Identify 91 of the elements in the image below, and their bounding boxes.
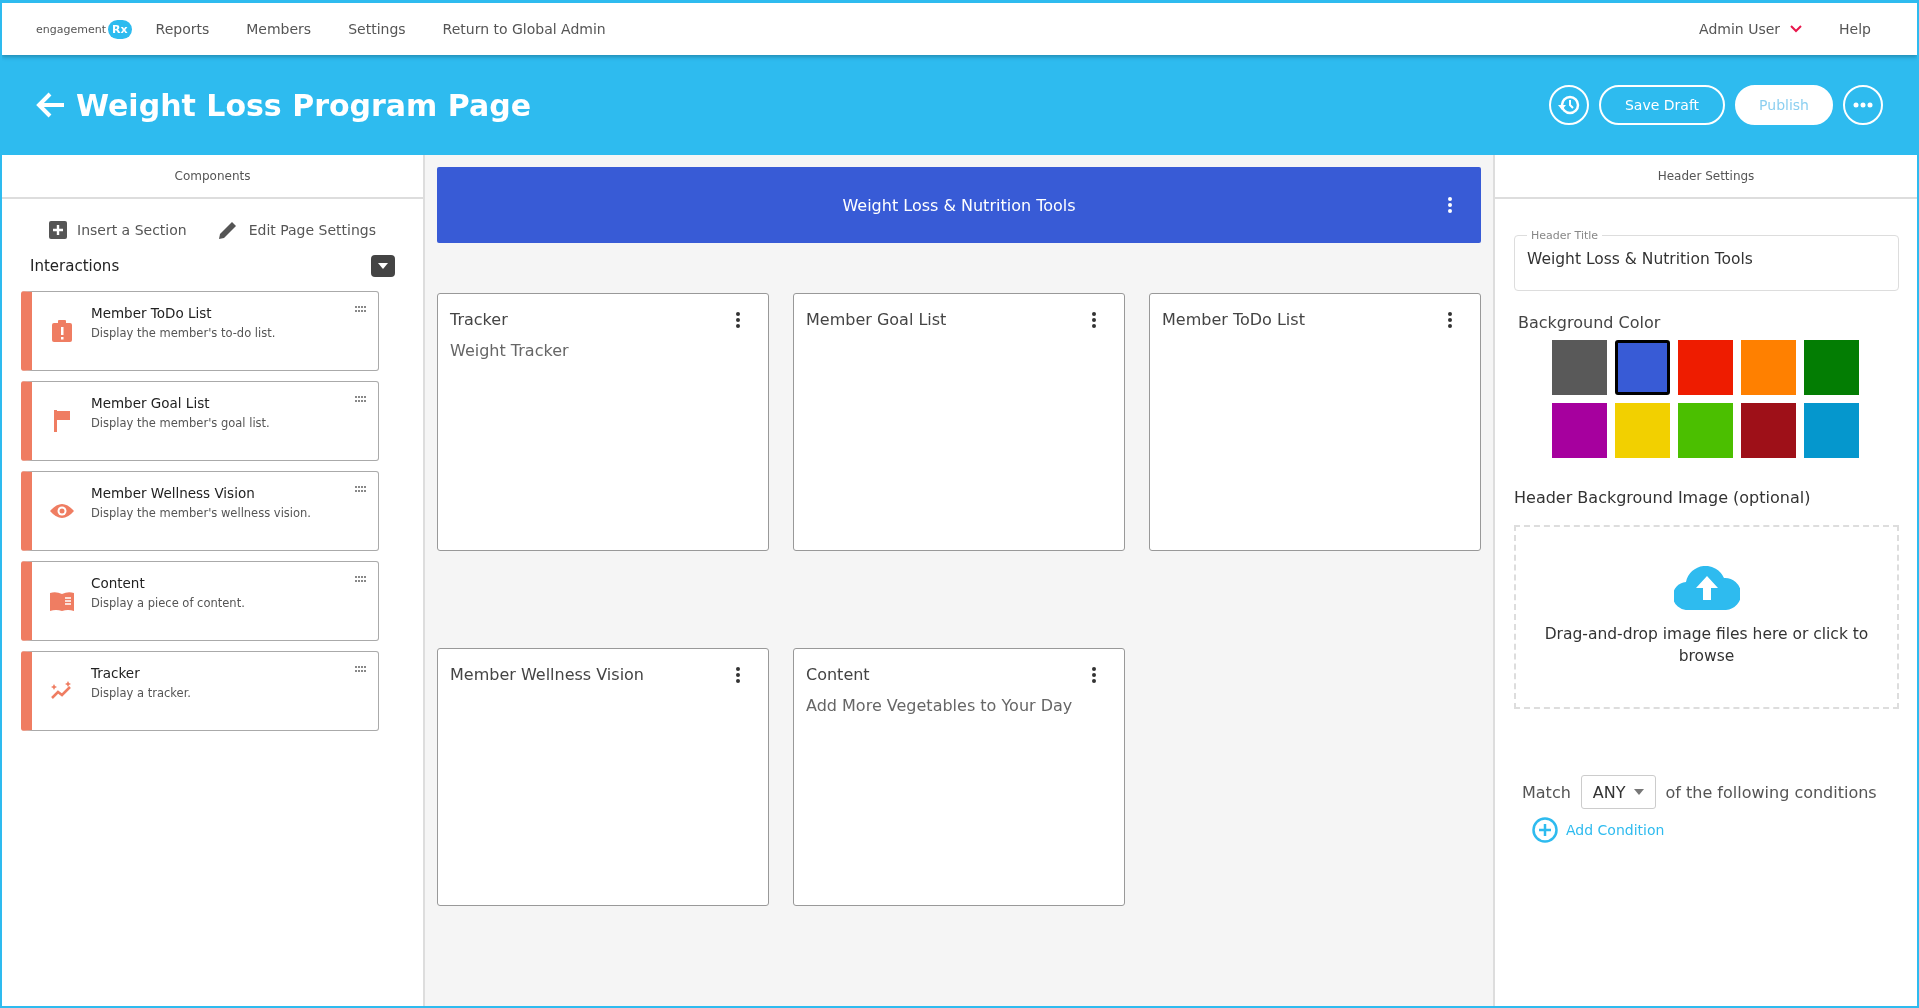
- tile-title: Member ToDo List: [1162, 310, 1305, 329]
- eye-icon: [49, 503, 74, 519]
- flag-icon: [52, 410, 71, 432]
- drag-handle-icon[interactable]: [355, 576, 366, 582]
- history-button[interactable]: [1549, 85, 1589, 125]
- caret-down-icon: [1633, 789, 1644, 795]
- component-tile[interactable]: Tracker Weight Tracker: [437, 293, 769, 551]
- kebab-menu-icon[interactable]: [1091, 310, 1097, 329]
- kebab-menu-icon[interactable]: [1447, 196, 1453, 214]
- component-title: Tracker: [91, 665, 141, 681]
- color-swatch[interactable]: [1804, 340, 1859, 395]
- text-input[interactable]: Weight Loss & Nutrition Tools: [1527, 250, 1886, 268]
- tile-title: Content: [806, 665, 870, 684]
- color-swatch[interactable]: [1741, 340, 1796, 395]
- panel-title: Header Settings: [1495, 155, 1917, 199]
- tile-subtitle: Weight Tracker: [450, 341, 570, 360]
- color-swatch[interactable]: [1615, 340, 1670, 395]
- component-tile[interactable]: Member Goal List: [793, 293, 1125, 551]
- component-description: Display the member's to-do list.: [91, 326, 276, 340]
- component-description: Display the member's wellness vision.: [91, 506, 311, 520]
- nav-link[interactable]: Members: [246, 21, 312, 37]
- cloud-upload-icon: [1673, 566, 1740, 611]
- help-link[interactable]: Help: [1839, 21, 1871, 37]
- color-swatch[interactable]: [1552, 403, 1607, 458]
- nav-link[interactable]: Settings: [348, 21, 406, 37]
- color-swatch[interactable]: [1552, 340, 1607, 395]
- match-dropdown[interactable]: ANY: [1580, 775, 1656, 809]
- match-label: Match: [1522, 782, 1571, 802]
- component-card[interactable]: Member Wellness Vision Display the member's wellness vision.: [21, 471, 379, 551]
- component-tile[interactable]: Member Wellness Vision: [437, 648, 769, 906]
- plus-circle-icon: [1532, 817, 1558, 843]
- kebab-menu-icon[interactable]: [1091, 665, 1097, 684]
- back-arrow-icon[interactable]: [36, 91, 66, 119]
- tile-subtitle: Add More Vegetables to Your Day: [806, 696, 1074, 715]
- color-swatch[interactable]: [1804, 403, 1859, 458]
- component-title: Member ToDo List: [91, 305, 213, 321]
- more-button[interactable]: [1843, 85, 1883, 125]
- dropzone-text: Drag-and-drop image files here or click to browse: [1543, 624, 1870, 667]
- color-swatch[interactable]: [1741, 403, 1796, 458]
- toolbar-action[interactable]: Insert a Section: [49, 219, 187, 241]
- color-swatch[interactable]: [1678, 403, 1733, 458]
- component-tile[interactable]: Content Add More Vegetables to Your Day: [793, 648, 1125, 906]
- section-heading: Interactions: [30, 257, 120, 275]
- nav-link[interactable]: Reports: [155, 21, 210, 37]
- collapse-button[interactable]: [371, 255, 395, 277]
- field-label: Header Background Image (optional): [1514, 488, 1812, 507]
- user-menu[interactable]: Admin User: [1699, 21, 1803, 37]
- component-tile[interactable]: Member ToDo List: [1149, 293, 1481, 551]
- tile-title: Tracker: [450, 310, 508, 329]
- floating-label: Header Title: [1530, 229, 1600, 242]
- component-card[interactable]: Member Goal List Display the member's goal list.: [21, 381, 379, 461]
- banner-title: Weight Loss & Nutrition Tools: [842, 195, 1076, 215]
- book-icon: [49, 591, 74, 611]
- match-suffix: of the following conditions: [1665, 782, 1877, 802]
- caret-down-icon: [377, 262, 389, 270]
- color-swatch[interactable]: [1615, 403, 1670, 458]
- component-description: Display a tracker.: [91, 686, 191, 700]
- color-swatch[interactable]: [1678, 340, 1733, 395]
- kebab-menu-icon[interactable]: [735, 665, 741, 684]
- kebab-menu-icon[interactable]: [735, 310, 741, 329]
- drag-handle-icon[interactable]: [355, 486, 366, 492]
- drag-handle-icon[interactable]: [355, 396, 366, 402]
- history-icon: [1557, 93, 1581, 117]
- header-title-field[interactable]: Header Title Weight Loss & Nutrition Tools: [1514, 229, 1899, 291]
- plus-square-icon: [49, 221, 67, 239]
- page-title: Weight Loss Program Page: [76, 87, 531, 123]
- kebab-menu-icon[interactable]: [1447, 310, 1453, 329]
- clipboard-icon: [51, 320, 72, 342]
- panel-title: Components: [2, 155, 423, 199]
- more-icon: [1853, 102, 1873, 108]
- component-card[interactable]: Content Display a piece of content.: [21, 561, 379, 641]
- component-title: Member Goal List: [91, 395, 211, 411]
- section-header-banner[interactable]: Weight Loss & Nutrition Tools: [437, 167, 1481, 243]
- trend-chart-icon: [49, 681, 74, 701]
- toolbar-action[interactable]: Edit Page Settings: [216, 219, 376, 241]
- drag-handle-icon[interactable]: [355, 306, 366, 312]
- component-card[interactable]: Member ToDo List Display the member's to-do list.: [21, 291, 379, 371]
- image-dropzone[interactable]: Drag-and-drop image files here or click to browse: [1514, 525, 1899, 709]
- pencil-icon: [216, 219, 239, 241]
- component-description: Display a piece of content.: [91, 596, 245, 610]
- tile-title: Member Wellness Vision: [450, 665, 644, 684]
- drag-handle-icon[interactable]: [355, 666, 366, 672]
- tile-title: Member Goal List: [806, 310, 947, 329]
- component-card[interactable]: Tracker Display a tracker.: [21, 651, 379, 731]
- field-label: Background Color: [1518, 313, 1662, 332]
- logo[interactable]: engagement Rx: [36, 19, 132, 39]
- component-title: Member Wellness Vision: [91, 485, 256, 501]
- nav-link[interactable]: Return to Global Admin: [442, 21, 606, 37]
- component-description: Display the member's goal list.: [91, 416, 270, 430]
- component-title: Content: [91, 575, 146, 591]
- chevron-down-icon: [1790, 25, 1803, 33]
